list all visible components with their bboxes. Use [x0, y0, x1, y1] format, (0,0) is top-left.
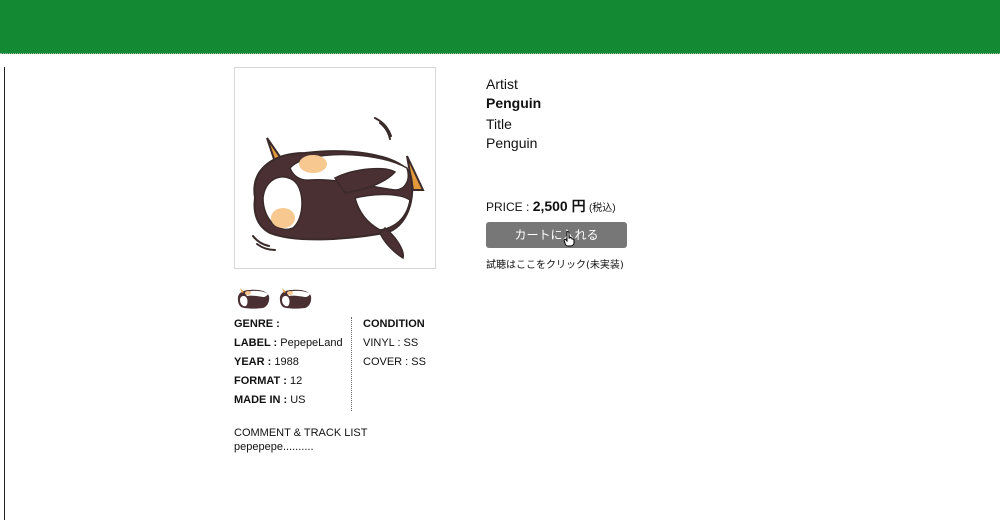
- title-name: Penguin: [486, 135, 538, 151]
- artist-label: Artist: [486, 76, 518, 92]
- artist-name: Penguin: [486, 95, 542, 111]
- price: PRICE : 2,500 円 (税込): [486, 196, 616, 216]
- genre-label: GENRE :: [234, 318, 280, 330]
- condition-section: CONDITION VINYL : SS COVER : SS: [363, 316, 463, 373]
- label-label: LABEL :: [234, 337, 278, 349]
- specs-divider: [351, 317, 352, 411]
- thumbnail-2[interactable]: [276, 283, 314, 311]
- thumbnail-list: [234, 283, 314, 311]
- specs-details: GENRE : LABEL : PepepeLand YEAR : 1988 F…: [234, 316, 350, 411]
- format-label: FORMAT :: [234, 375, 287, 387]
- label-value: PepepeLand: [280, 337, 343, 349]
- comment-heading: COMMENT & TRACK LIST: [234, 427, 368, 439]
- cover-condition: COVER : SS: [363, 356, 426, 368]
- year-value: 1988: [274, 356, 299, 368]
- genre-row: GENRE :: [234, 316, 350, 335]
- left-border: [0, 67, 5, 520]
- price-tax: (税込): [588, 203, 616, 214]
- label-row: LABEL : PepepeLand: [234, 335, 350, 354]
- format-value: 12: [290, 375, 303, 387]
- price-label: PRICE :: [486, 200, 530, 214]
- penguin-thumbnail-icon: [279, 288, 312, 309]
- product-info: Artist Penguin Title Penguin: [486, 75, 736, 153]
- made-in-value: US: [290, 394, 306, 406]
- condition-heading: CONDITION: [363, 318, 425, 330]
- price-amount: 2,500 円: [532, 198, 586, 214]
- comment-text: pepepepe..........: [234, 441, 314, 453]
- site-header: [0, 0, 1000, 54]
- penguin-illustration: [252, 117, 425, 260]
- thumbnail-1[interactable]: [234, 283, 272, 311]
- vinyl-condition: VINYL : SS: [363, 337, 419, 349]
- comment-section: COMMENT & TRACK LIST pepepepe..........: [234, 426, 367, 454]
- add-to-cart-button[interactable]: カートに入れる: [486, 222, 627, 248]
- product-image: [234, 67, 436, 269]
- title-label: Title: [486, 116, 512, 132]
- year-row: YEAR : 1988: [234, 354, 350, 373]
- made-in-label: MADE IN :: [234, 394, 288, 406]
- listen-link[interactable]: 試聴はここをクリック(未実装): [486, 256, 624, 271]
- year-label: YEAR :: [234, 356, 272, 368]
- product-specs: GENRE : LABEL : PepepeLand YEAR : 1988 F…: [234, 316, 464, 412]
- format-row: FORMAT : 12: [234, 373, 350, 392]
- made-in-row: MADE IN : US: [234, 392, 350, 411]
- penguin-thumbnail-icon: [237, 288, 270, 309]
